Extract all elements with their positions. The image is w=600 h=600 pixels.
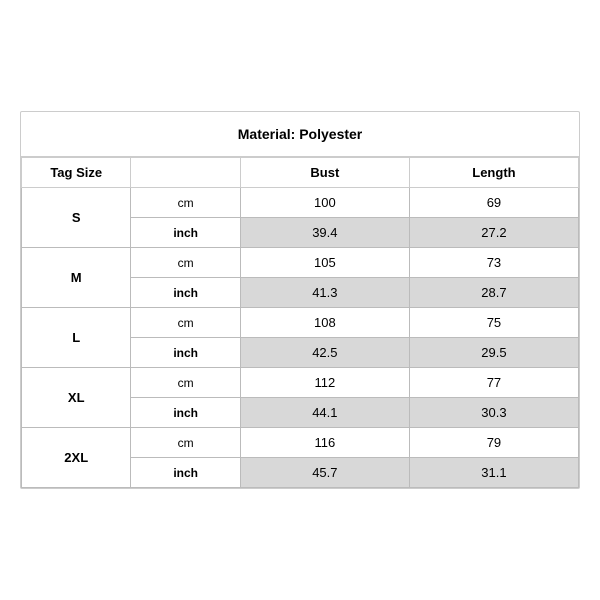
bust-inch-value: 45.7 xyxy=(240,458,409,488)
length-cm-value: 75 xyxy=(409,308,578,338)
bust-cm-value: 116 xyxy=(240,428,409,458)
bust-cm-value: 112 xyxy=(240,368,409,398)
length-inch-value: 27.2 xyxy=(409,218,578,248)
length-inch-value: 28.7 xyxy=(409,278,578,308)
size-chart-container: Material: Polyester Tag Size Bust Length… xyxy=(20,111,580,489)
unit-cm-cell: cm xyxy=(131,308,240,338)
bust-cm-value: 108 xyxy=(240,308,409,338)
size-table: Tag Size Bust Length Scm10069inch39.427.… xyxy=(21,157,579,488)
bust-inch-value: 41.3 xyxy=(240,278,409,308)
header-unit xyxy=(131,158,240,188)
header-length: Length xyxy=(409,158,578,188)
bust-cm-value: 100 xyxy=(240,188,409,218)
tag-size-cell: S xyxy=(22,188,131,248)
tag-size-cell: XL xyxy=(22,368,131,428)
table-row: XLcm11277 xyxy=(22,368,579,398)
length-cm-value: 77 xyxy=(409,368,578,398)
length-inch-value: 31.1 xyxy=(409,458,578,488)
bust-inch-value: 42.5 xyxy=(240,338,409,368)
chart-title: Material: Polyester xyxy=(21,112,579,157)
unit-cm-cell: cm xyxy=(131,428,240,458)
unit-inch-cell: inch xyxy=(131,218,240,248)
tag-size-cell: 2XL xyxy=(22,428,131,488)
length-inch-value: 30.3 xyxy=(409,398,578,428)
bust-inch-value: 39.4 xyxy=(240,218,409,248)
length-cm-value: 69 xyxy=(409,188,578,218)
table-row: Scm10069 xyxy=(22,188,579,218)
table-row: Mcm10573 xyxy=(22,248,579,278)
unit-cm-cell: cm xyxy=(131,368,240,398)
unit-inch-cell: inch xyxy=(131,398,240,428)
length-cm-value: 73 xyxy=(409,248,578,278)
table-row: 2XLcm11679 xyxy=(22,428,579,458)
header-tag-size: Tag Size xyxy=(22,158,131,188)
table-header-row: Tag Size Bust Length xyxy=(22,158,579,188)
unit-inch-cell: inch xyxy=(131,338,240,368)
table-row: Lcm10875 xyxy=(22,308,579,338)
bust-cm-value: 105 xyxy=(240,248,409,278)
unit-inch-cell: inch xyxy=(131,458,240,488)
unit-cm-cell: cm xyxy=(131,248,240,278)
bust-inch-value: 44.1 xyxy=(240,398,409,428)
length-inch-value: 29.5 xyxy=(409,338,578,368)
length-cm-value: 79 xyxy=(409,428,578,458)
tag-size-cell: L xyxy=(22,308,131,368)
tag-size-cell: M xyxy=(22,248,131,308)
unit-cm-cell: cm xyxy=(131,188,240,218)
header-bust: Bust xyxy=(240,158,409,188)
unit-inch-cell: inch xyxy=(131,278,240,308)
